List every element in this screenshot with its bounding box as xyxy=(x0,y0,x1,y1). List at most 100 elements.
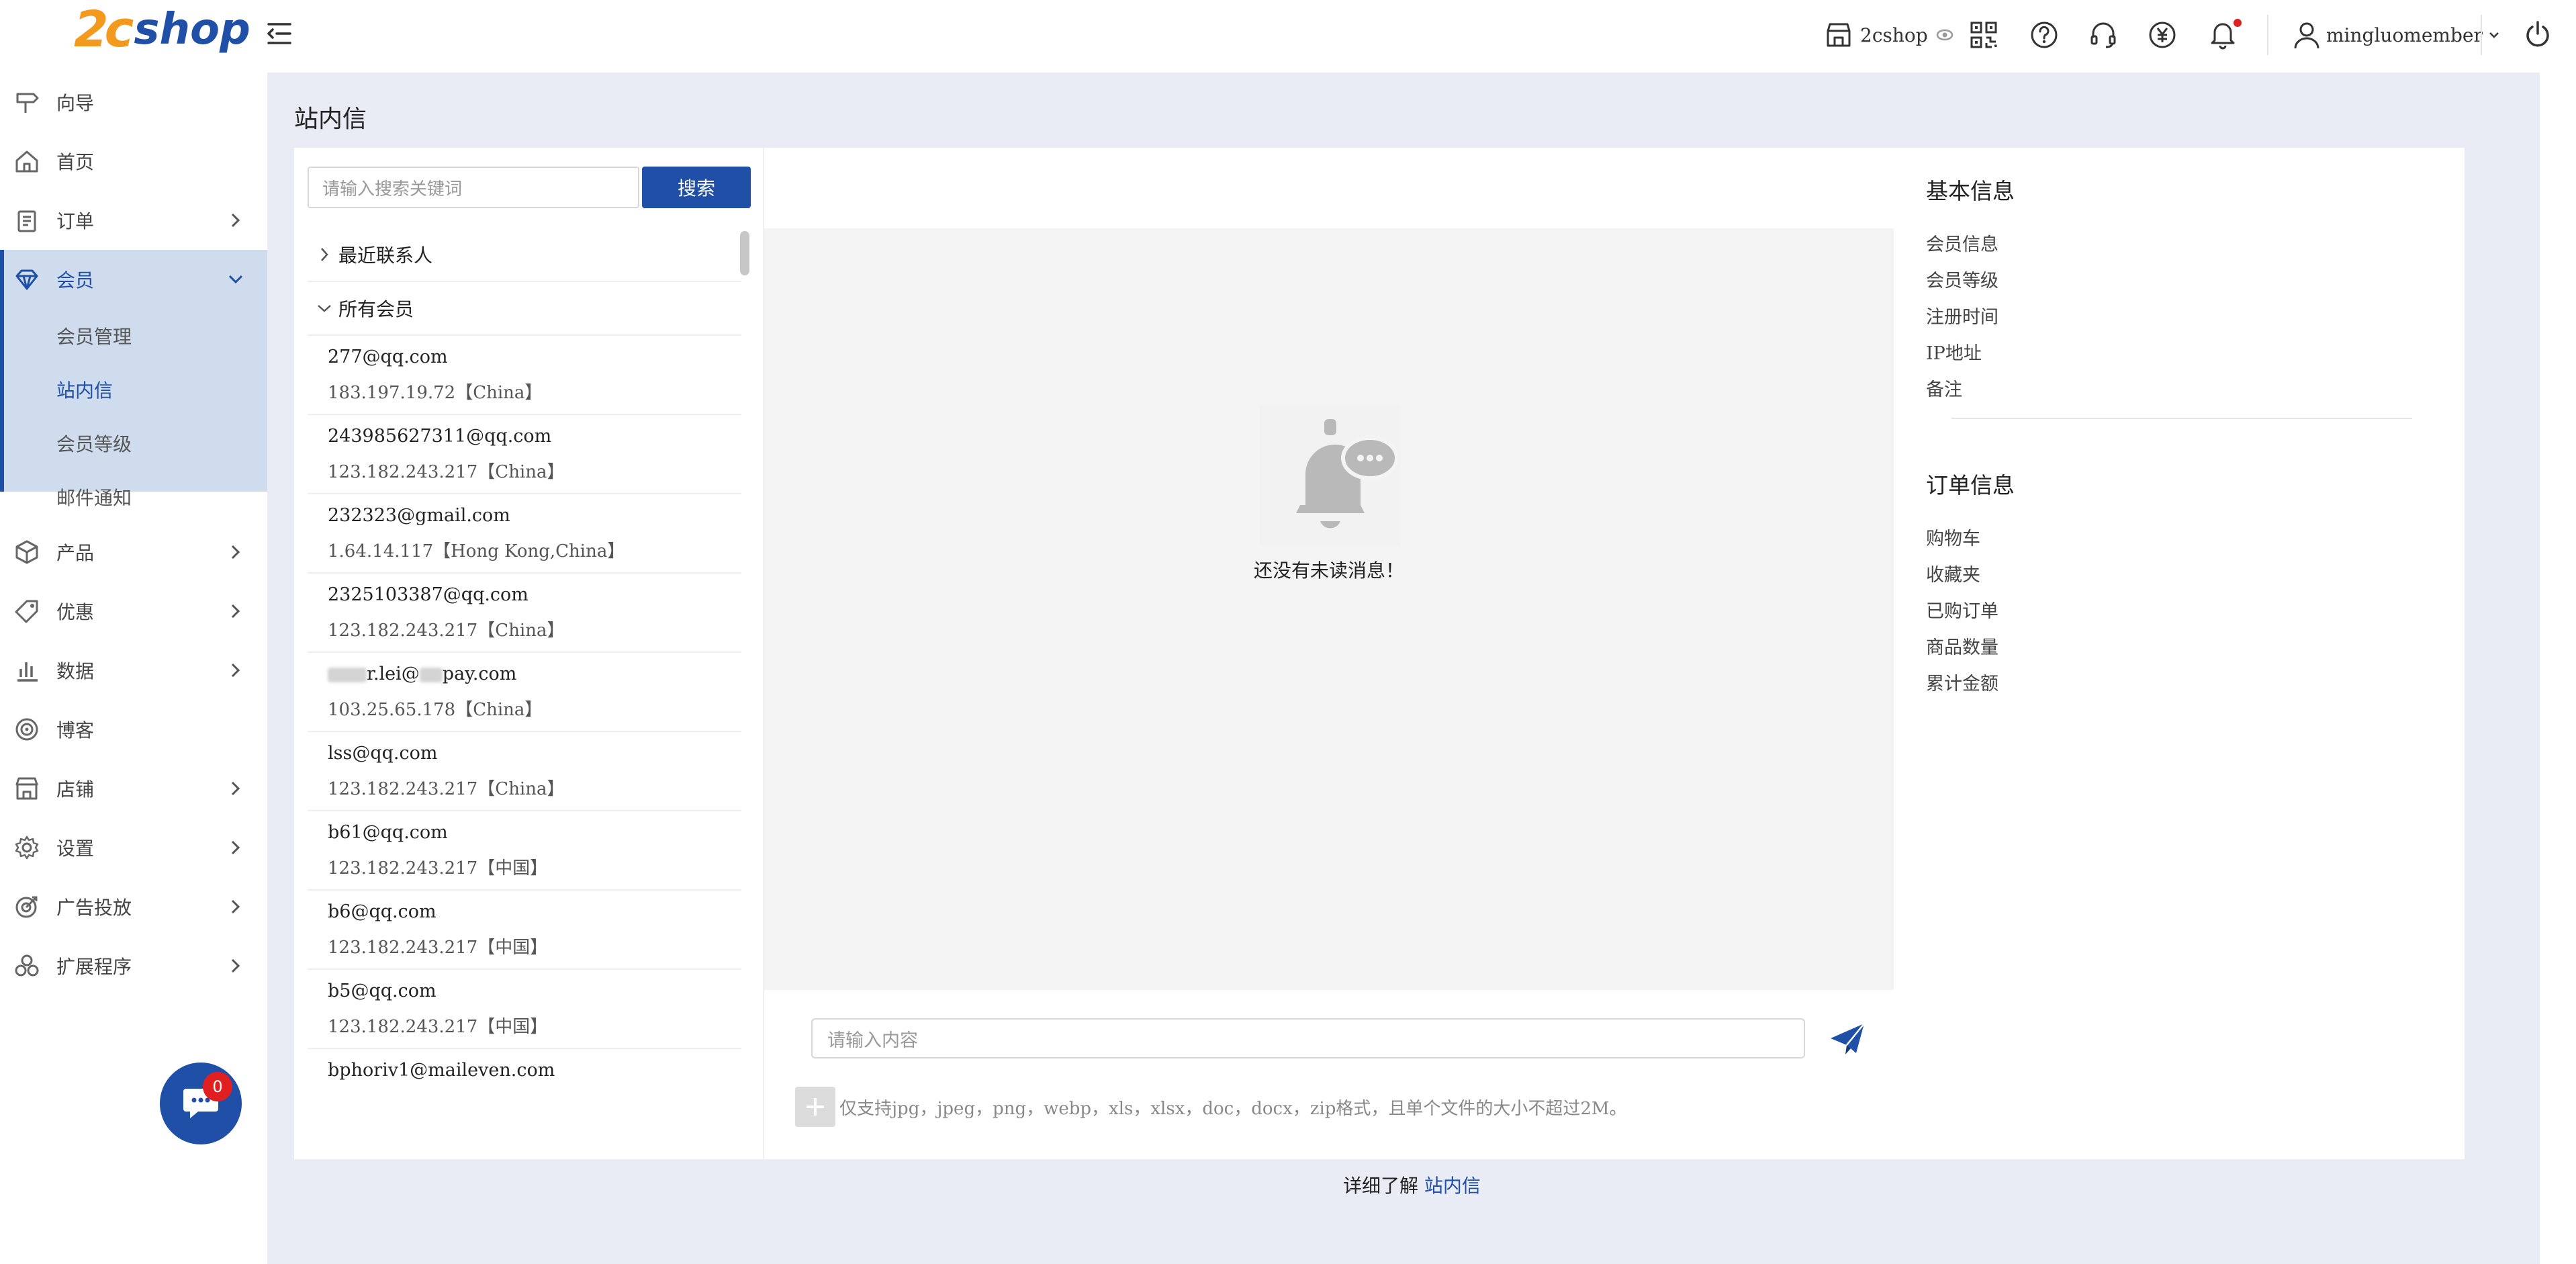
page-title: 站内信 xyxy=(294,105,367,133)
logo[interactable]: 2c shop xyxy=(74,4,250,55)
chat-messages-area: 还没有未读消息！ xyxy=(764,228,1894,990)
basic-info-title: 基本信息 xyxy=(1926,178,2015,204)
info-cart: 购物车 xyxy=(1926,529,1980,549)
qrcode-icon[interactable] xyxy=(1969,20,1998,50)
list-item[interactable]: r.lei@ pay.com 103.25.65.178【China】 xyxy=(308,653,741,732)
chevron-right-icon xyxy=(321,248,328,261)
member-email: r.lei@ pay.com xyxy=(328,664,516,684)
search-input[interactable]: 请输入搜索关键词 xyxy=(308,167,639,208)
store-icon xyxy=(15,777,38,800)
list-item[interactable]: 2325103387@qq.com 123.182.243.217【China】 xyxy=(308,574,741,653)
list-item[interactable]: 277@qq.com 183.197.19.72【China】 xyxy=(308,336,741,415)
sidebar-item-guide[interactable]: 向导 xyxy=(0,73,267,132)
footer-learn-more-link[interactable]: 站内信 xyxy=(1424,1175,1481,1197)
member-ip: 123.182.243.217【China】 xyxy=(328,779,565,799)
member-email: 232323@gmail.com xyxy=(328,505,510,526)
user-icon xyxy=(2294,22,2319,49)
sidebar-item-home[interactable]: 首页 xyxy=(0,132,267,191)
list-item[interactable]: 232323@gmail.com 1.64.14.117【Hong Kong,C… xyxy=(308,494,741,574)
search-button[interactable]: 搜索 xyxy=(642,167,751,208)
list-item[interactable]: lss@qq.com 123.182.243.217【China】 xyxy=(308,732,741,811)
info-member-level: 会员等级 xyxy=(1926,271,1998,291)
chevron-down-icon xyxy=(318,305,331,312)
sidebar-item-store[interactable]: 店铺 xyxy=(0,759,267,818)
chevron-right-icon xyxy=(231,604,240,619)
submenu-member-levels[interactable]: 会员等级 xyxy=(56,430,132,457)
chevron-right-icon xyxy=(231,663,240,678)
sidebar-item-label: 数据 xyxy=(56,660,95,682)
chat-float-button[interactable] xyxy=(160,1063,242,1144)
redacted-text xyxy=(419,667,443,682)
scrollbar-thumb[interactable] xyxy=(740,231,749,275)
member-ip: 183.197.19.72【China】 xyxy=(328,383,543,403)
sidebar-item-label: 店铺 xyxy=(56,778,95,801)
sidebar-item-promotions[interactable]: 优惠 xyxy=(0,582,267,641)
sidebar-item-orders[interactable]: 订单 xyxy=(0,191,267,250)
list-item[interactable]: bphoriv1@maileven.com xyxy=(308,1049,741,1128)
info-ip-address: IP地址 xyxy=(1926,343,1982,364)
sidebar-item-label: 订单 xyxy=(56,210,95,232)
user-menu[interactable]: mingluomember xyxy=(2293,17,2501,52)
currency-icon[interactable] xyxy=(2148,20,2177,50)
logo-text: shop xyxy=(134,5,250,54)
header-divider xyxy=(2481,15,2482,55)
info-total-amount: 累计金额 xyxy=(1926,674,1998,694)
active-indicator xyxy=(0,309,4,492)
sidebar-item-label: 产品 xyxy=(56,542,95,564)
list-item[interactable]: b5@qq.com 123.182.243.217【中国】 xyxy=(308,970,741,1049)
submenu-member-management[interactable]: 会员管理 xyxy=(56,322,132,349)
list-item[interactable]: 243985627311@qq.com 123.182.243.217【Chin… xyxy=(308,415,741,494)
sidebar-item-data[interactable]: 数据 xyxy=(0,641,267,700)
message-input[interactable]: 请输入内容 xyxy=(811,1018,1805,1058)
sidebar-item-ads[interactable]: 广告投放 xyxy=(0,877,267,936)
submenu-email-notify[interactable]: 邮件通知 xyxy=(56,484,132,510)
help-icon[interactable] xyxy=(2029,20,2059,50)
redacted-text xyxy=(328,667,367,682)
member-ip: 123.182.243.217【中国】 xyxy=(328,858,548,878)
send-icon[interactable] xyxy=(1827,1018,1868,1058)
extensions-icon xyxy=(15,954,39,977)
group-all-members[interactable]: 所有会员 xyxy=(308,282,741,336)
sidebar-item-settings[interactable]: 设置 xyxy=(0,818,267,877)
top-header: 2c shop 2cshop mingluomember xyxy=(0,0,2576,73)
member-ip: 1.64.14.117【Hong Kong,China】 xyxy=(328,541,625,561)
contact-list: 最近联系人 所有会员 277@qq.com 183.197.19.72【Chin… xyxy=(308,228,741,1159)
sidebar-item-extensions[interactable]: 扩展程序 xyxy=(0,936,267,995)
right-margin xyxy=(2540,73,2576,1264)
member-email-part: r.lei@ xyxy=(367,664,420,684)
submenu-site-messages[interactable]: 站内信 xyxy=(56,376,113,403)
eye-icon[interactable] xyxy=(1935,25,1955,45)
header-divider xyxy=(2267,15,2268,55)
member-email: lss@qq.com xyxy=(328,743,438,764)
sidebar-item-members[interactable]: 会员 xyxy=(0,250,267,309)
contact-list-scrollbar[interactable] xyxy=(740,228,749,1159)
member-email: b61@qq.com xyxy=(328,822,448,843)
sidebar-item-label: 设置 xyxy=(56,838,95,860)
tag-icon xyxy=(15,600,38,623)
info-notes: 备注 xyxy=(1926,379,1962,400)
store-link[interactable]: 2cshop xyxy=(1824,17,1955,52)
list-item[interactable]: b61@qq.com 123.182.243.217【中国】 xyxy=(308,811,741,891)
member-ip: 123.182.243.217【China】 xyxy=(328,462,565,482)
info-favorites: 收藏夹 xyxy=(1926,565,1980,586)
attach-file-button[interactable] xyxy=(795,1087,835,1127)
sidebar-item-products[interactable]: 产品 xyxy=(0,523,267,582)
username: mingluomember xyxy=(2326,24,2483,46)
footer-note: 详细了解 站内信 xyxy=(1343,1171,1481,1198)
chevron-down-icon xyxy=(228,275,243,284)
chevron-right-icon xyxy=(231,545,240,559)
power-icon[interactable] xyxy=(2522,19,2553,50)
gear-icon xyxy=(15,836,39,860)
group-recent-contacts[interactable]: 最近联系人 xyxy=(308,228,741,282)
cube-icon xyxy=(15,540,38,564)
headset-icon[interactable] xyxy=(2088,20,2118,50)
collapse-menu-icon[interactable] xyxy=(263,17,295,50)
home-icon xyxy=(15,150,38,173)
notification-dot xyxy=(2234,19,2242,27)
chat-count-badge: 0 xyxy=(203,1072,232,1101)
chevron-right-icon xyxy=(231,958,240,973)
sidebar-item-blog[interactable]: 博客 xyxy=(0,700,267,759)
list-item[interactable]: b6@qq.com 123.182.243.217【中国】 xyxy=(308,891,741,970)
bar-chart-icon xyxy=(17,662,38,682)
attach-hint: 仅支持jpg，jpeg，png，webp，xls，xlsx，doc，docx，z… xyxy=(839,1099,1627,1119)
